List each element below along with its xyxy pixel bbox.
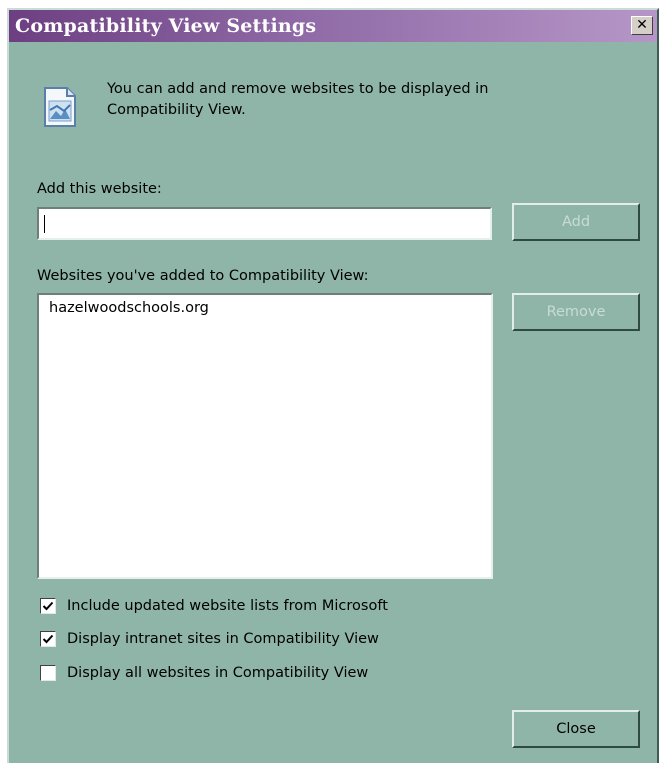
add-website-input[interactable] bbox=[37, 207, 492, 240]
websites-listbox[interactable]: hazelwoodschools.org bbox=[37, 293, 493, 579]
compatibility-view-dialog: Compatibility View Settings ✕ You can ad… bbox=[7, 8, 659, 763]
close-window-button[interactable]: ✕ bbox=[631, 16, 653, 35]
close-button[interactable]: Close bbox=[512, 710, 640, 748]
remove-button[interactable]: Remove bbox=[512, 293, 640, 331]
title-bar[interactable]: Compatibility View Settings ✕ bbox=[9, 10, 657, 42]
info-text-line-2: Compatibility View. bbox=[107, 102, 246, 118]
checkmark-icon bbox=[42, 634, 54, 644]
text-caret bbox=[44, 215, 45, 233]
added-websites-label: Websites you've added to Compatibility V… bbox=[37, 268, 369, 284]
checkmark-icon bbox=[42, 601, 54, 611]
add-website-label: Add this website: bbox=[37, 181, 162, 197]
add-button[interactable]: Add bbox=[512, 203, 640, 241]
info-text-line-1: You can add and remove websites to be di… bbox=[107, 81, 489, 97]
include-updated-lists-checkbox[interactable] bbox=[40, 598, 56, 614]
webpage-icon bbox=[44, 87, 76, 127]
display-intranet-label: Display intranet sites in Compatibility … bbox=[67, 631, 379, 647]
list-item[interactable]: hazelwoodschools.org bbox=[49, 300, 209, 316]
include-updated-lists-label: Include updated website lists from Micro… bbox=[67, 598, 388, 614]
display-intranet-checkbox[interactable] bbox=[40, 631, 56, 647]
display-all-websites-label: Display all websites in Compatibility Vi… bbox=[67, 665, 369, 681]
display-all-websites-checkbox[interactable] bbox=[40, 665, 56, 681]
dialog-title: Compatibility View Settings bbox=[15, 15, 317, 37]
